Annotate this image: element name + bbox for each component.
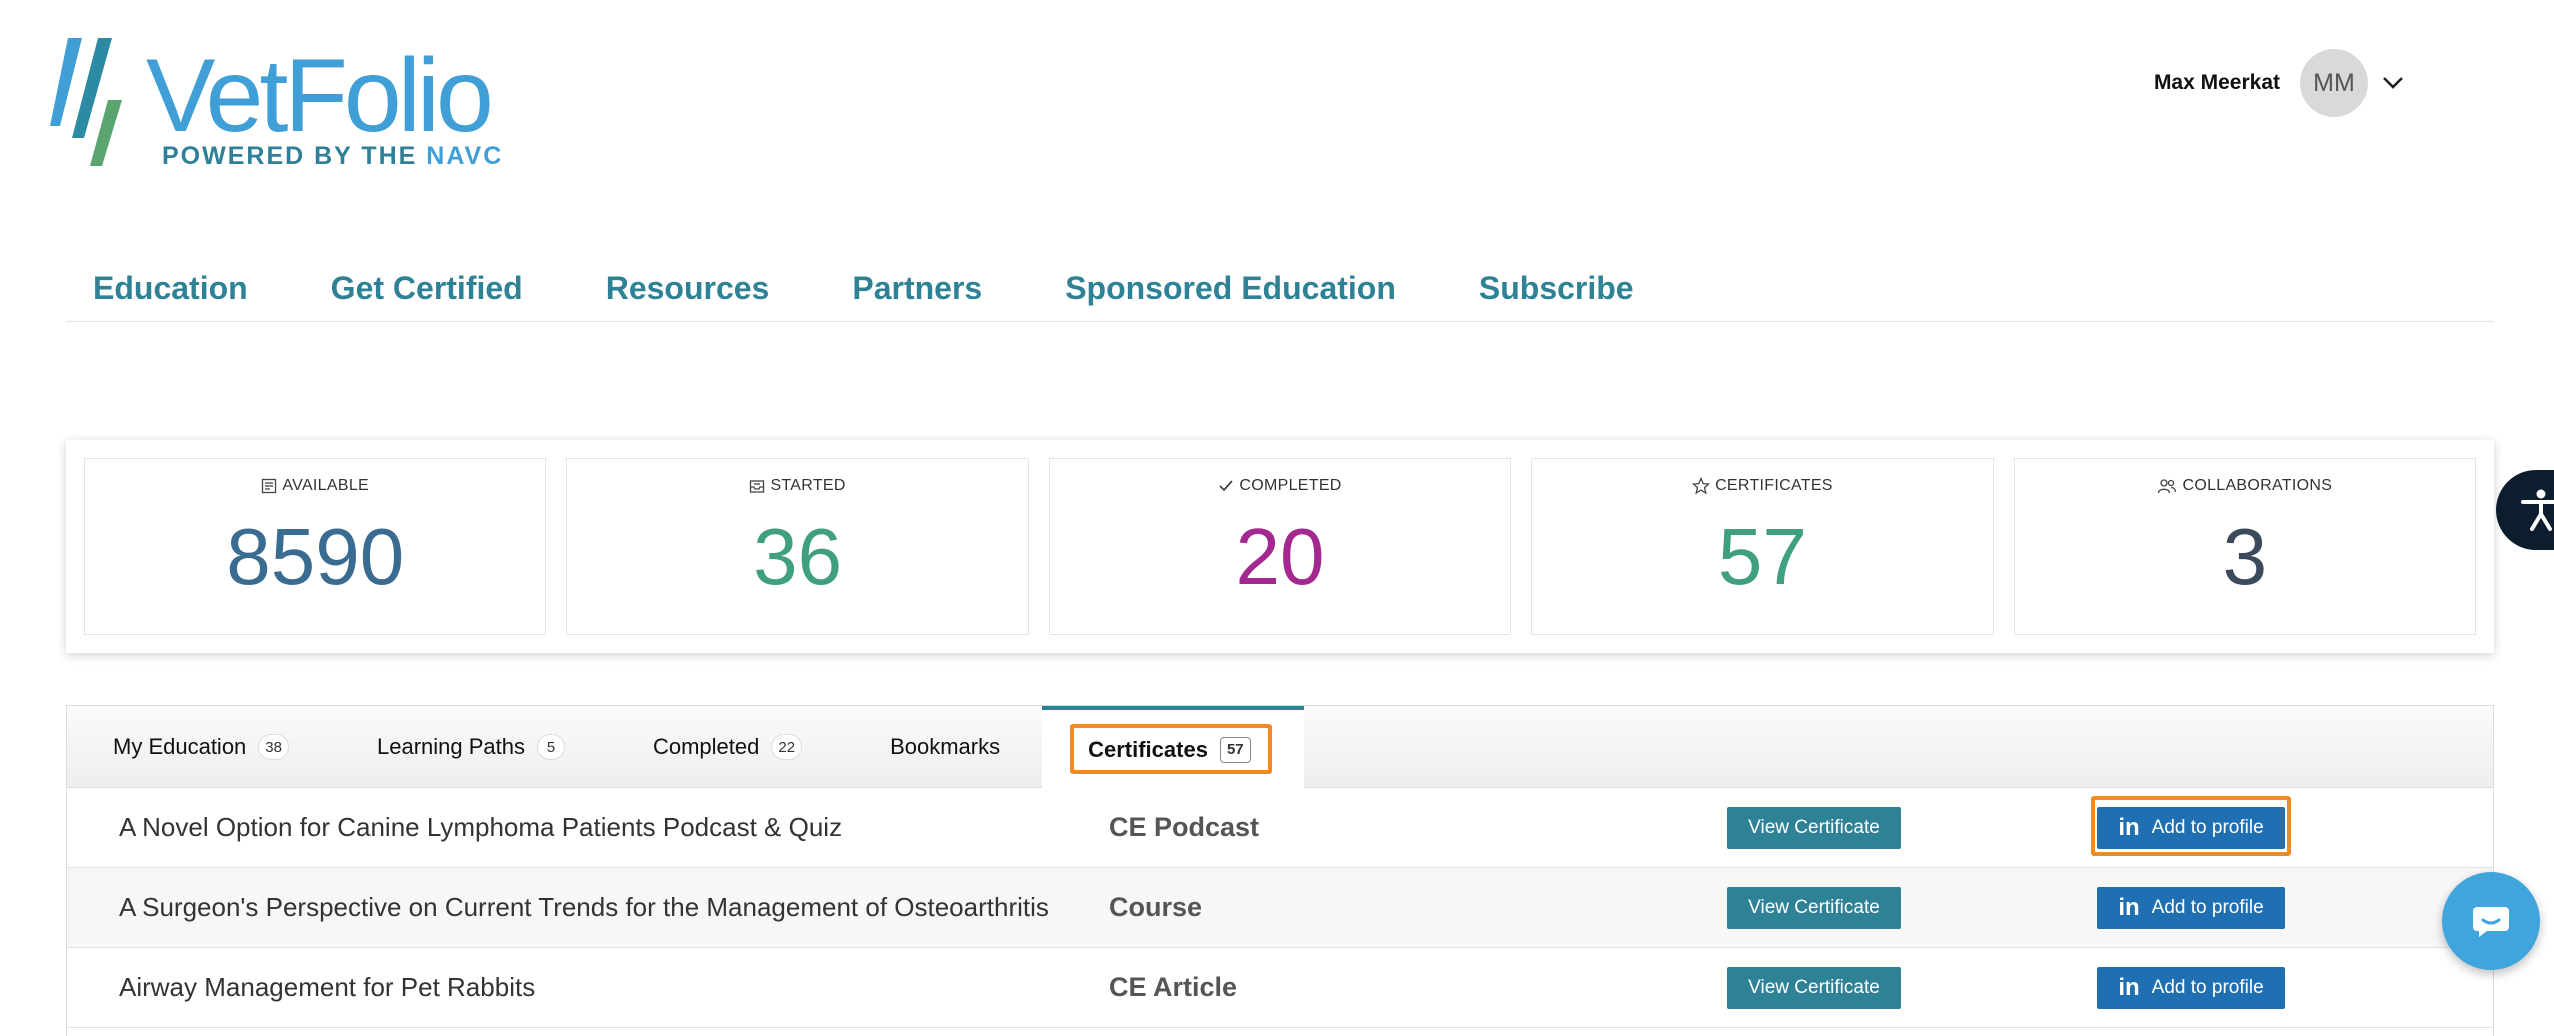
tab-label: Bookmarks — [890, 734, 1001, 759]
stat-value: 3 — [2222, 512, 2268, 601]
nav-partners[interactable]: Partners — [796, 270, 1009, 321]
vetfolio-logo[interactable]: VetFolio POWERED BY THE NAVC — [50, 38, 501, 170]
logo-wordmark: VetFolio — [146, 38, 494, 154]
linkedin-icon: in — [2118, 813, 2140, 841]
tab-label: Certificates — [1088, 736, 1208, 762]
tab-learning-paths[interactable]: Learning Paths 5 — [331, 706, 607, 788]
stat-available[interactable]: AVAILABLE 8590 — [84, 458, 547, 635]
stat-value: 57 — [1717, 512, 1807, 601]
linkedin-icon: in — [2118, 893, 2140, 921]
chat-button[interactable] — [2442, 872, 2540, 970]
view-certificate-button[interactable]: View Certificate — [1727, 966, 1901, 1009]
tab-label: Learning Paths — [376, 734, 525, 759]
certificate-row: A Novel Option for Canine Lymphoma Patie… — [67, 788, 2493, 868]
stat-label: STARTED — [770, 477, 846, 494]
count-badge: 22 — [771, 734, 803, 760]
stats-panel: AVAILABLE 8590 STARTED 36 COMPLETED 20 C… — [66, 440, 2494, 653]
stat-certificates[interactable]: CERTIFICATES 57 — [1531, 458, 1994, 635]
add-to-linkedin-button[interactable]: in Add to profile — [2097, 966, 2285, 1009]
stat-label: COLLABORATIONS — [2182, 477, 2333, 494]
tab-label: Completed — [652, 734, 760, 759]
certificate-type: CE Article — [1109, 972, 1238, 1002]
logo-tagline: POWERED BY THE NAVC — [162, 142, 504, 170]
inbox-icon — [750, 480, 765, 493]
certificate-type: CE Podcast — [1109, 812, 1260, 842]
nav-education[interactable]: Education — [66, 270, 275, 321]
view-certificate-button[interactable]: View Certificate — [1727, 806, 1901, 849]
add-to-linkedin-button[interactable]: in Add to profile — [2097, 806, 2285, 849]
accessibility-icon — [2521, 489, 2554, 531]
tab-my-education[interactable]: My Education 38 — [67, 706, 331, 788]
chat-icon — [2473, 907, 2509, 937]
stat-value: 20 — [1235, 512, 1325, 601]
accessibility-button[interactable] — [2496, 470, 2554, 550]
chevron-down-icon[interactable] — [2382, 72, 2404, 94]
button-label: Add to profile — [2151, 896, 2264, 918]
stat-collaborations[interactable]: COLLABORATIONS 3 — [2013, 458, 2477, 635]
certificate-title[interactable]: A Novel Option for Canine Lymphoma Patie… — [119, 812, 842, 843]
tab-label: My Education — [113, 734, 247, 759]
stat-value: 8590 — [226, 512, 405, 601]
users-icon — [2158, 479, 2177, 494]
tab-completed[interactable]: Completed 22 — [607, 706, 844, 788]
list-icon — [262, 478, 277, 494]
user-name: Max Meerkat — [2153, 71, 2280, 94]
count-badge: 57 — [1219, 736, 1251, 763]
nav-resources[interactable]: Resources — [550, 270, 797, 321]
nav-get-certified[interactable]: Get Certified — [275, 270, 550, 321]
tab-bar: My Education 38 Learning Paths 5 Complet… — [67, 706, 2493, 789]
avatar[interactable]: MM — [2300, 49, 2368, 117]
star-icon — [1692, 477, 1711, 495]
user-menu[interactable]: Max Meerkat MM — [2154, 48, 2404, 118]
button-label: Add to profile — [2151, 976, 2264, 998]
education-panel: My Education 38 Learning Paths 5 Complet… — [66, 705, 2494, 1036]
add-to-linkedin-button[interactable]: in Add to profile — [2097, 886, 2285, 929]
certificate-title[interactable]: Airway Management for Pet Rabbits — [119, 972, 535, 1003]
check-icon — [1219, 480, 1234, 492]
tab-bookmarks[interactable]: Bookmarks — [844, 706, 1042, 788]
nav-sponsored-education[interactable]: Sponsored Education — [1009, 270, 1423, 321]
count-badge: 5 — [536, 734, 565, 760]
linkedin-icon: in — [2118, 973, 2140, 1001]
view-certificate-button[interactable]: View Certificate — [1727, 886, 1901, 929]
nav-subscribe[interactable]: Subscribe — [1423, 270, 1661, 321]
certificate-title[interactable]: A Surgeon's Perspective on Current Trend… — [119, 892, 1049, 923]
certificate-row: Airway Management for Pet Rabbits CE Art… — [67, 948, 2493, 1028]
count-badge: 38 — [258, 734, 289, 760]
stat-started[interactable]: STARTED 36 — [566, 458, 1029, 635]
stat-value: 36 — [753, 512, 843, 601]
tab-certificates[interactable]: Certificates 57 — [1042, 706, 1305, 789]
certificate-row: A Surgeon's Perspective on Current Trend… — [67, 868, 2493, 948]
main-nav: Education Get Certified Resources Partne… — [66, 270, 2494, 322]
certificate-type: Course — [1109, 892, 1203, 922]
button-label: Add to profile — [2151, 816, 2264, 838]
stat-label: COMPLETED — [1239, 477, 1342, 494]
stat-label: AVAILABLE — [282, 477, 369, 494]
stat-label: CERTIFICATES — [1715, 477, 1833, 494]
stat-completed[interactable]: COMPLETED 20 — [1048, 458, 1512, 635]
